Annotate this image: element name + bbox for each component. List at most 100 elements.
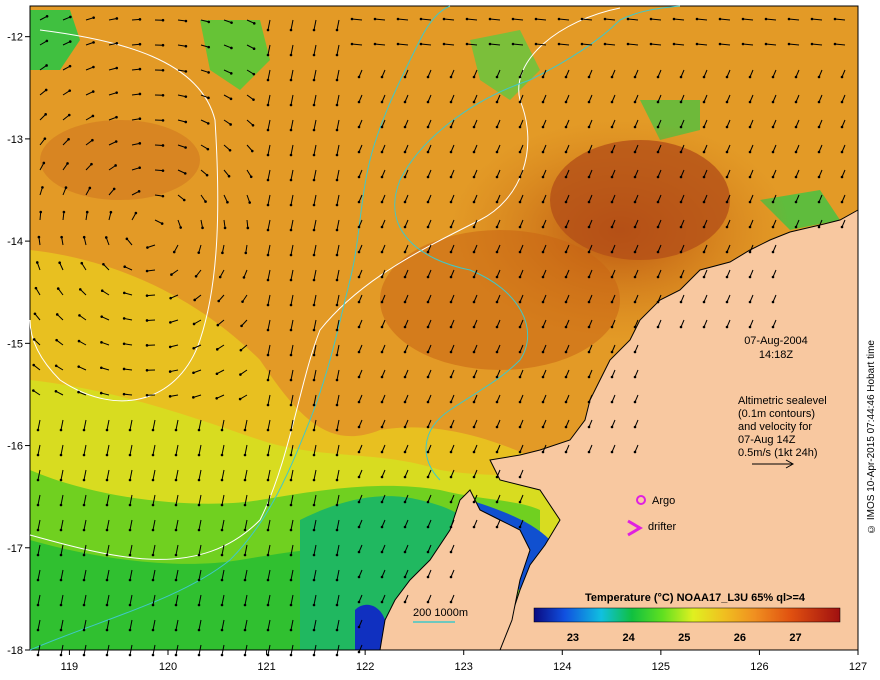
velocity-arrow-head xyxy=(77,390,80,394)
velocity-arrow-head xyxy=(312,553,316,557)
velocity-arrow-head xyxy=(266,153,270,157)
velocity-arrow-head xyxy=(128,628,132,632)
velocity-arrow-head xyxy=(771,150,775,154)
velocity-arrow-head xyxy=(495,475,499,479)
velocity-arrow-head xyxy=(266,278,270,282)
velocity-arrow-head xyxy=(771,200,775,204)
bathymetry-label: 200 1000m xyxy=(413,607,468,619)
velocity-arrow-head xyxy=(192,346,195,350)
velocity-arrow-head xyxy=(252,72,256,76)
velocity-arrow-head xyxy=(403,125,407,129)
velocity-arrow-head xyxy=(403,175,407,179)
velocity-arrow-head xyxy=(266,478,270,482)
velocity-arrow-head xyxy=(541,250,545,254)
velocity-arrow-head xyxy=(518,75,522,79)
velocity-arrow-head xyxy=(91,114,95,118)
velocity-arrow-head xyxy=(252,22,256,25)
velocity-arrow-head xyxy=(472,125,476,129)
velocity-arrow-head xyxy=(266,503,270,507)
velocity-arrow-head xyxy=(182,198,186,202)
velocity-arrow-head xyxy=(289,503,293,507)
velocity-arrow-head xyxy=(289,628,293,632)
velocity-arrow-head xyxy=(289,178,293,182)
velocity-arrow-head xyxy=(518,525,522,529)
velocity-arrow-head xyxy=(380,550,384,554)
velocity-arrow-head xyxy=(518,400,522,404)
velocity-arrow-head xyxy=(138,42,142,46)
velocity-arrow-head xyxy=(82,628,86,632)
velocity-arrow-head xyxy=(174,578,178,582)
velocity-arrow-head xyxy=(183,172,187,175)
velocity-arrow-head xyxy=(472,450,476,454)
velocity-arrow-head xyxy=(36,578,40,582)
velocity-arrow-head xyxy=(656,275,660,279)
velocity-arrow-head xyxy=(145,344,149,347)
x-tick-label: 125 xyxy=(652,661,670,673)
velocity-arrow-head xyxy=(335,28,339,32)
velocity-arrow-head xyxy=(32,389,35,392)
velocity-arrow-head xyxy=(220,453,224,457)
velocity-arrow-head xyxy=(564,350,568,354)
velocity-arrow-head xyxy=(725,300,729,304)
colorbar-tick-label: 27 xyxy=(789,632,801,644)
velocity-arrow-head xyxy=(197,553,201,557)
x-tick-label: 123 xyxy=(455,661,473,673)
velocity-arrow-head xyxy=(748,125,752,129)
velocity-arrow-head xyxy=(840,200,844,204)
velocity-arrow-head xyxy=(82,235,86,239)
velocity-arrow-head xyxy=(266,303,270,307)
velocity-arrow-head xyxy=(174,428,178,432)
velocity-arrow-head xyxy=(380,350,384,354)
velocity-arrow-head xyxy=(725,75,729,79)
velocity-arrow-head xyxy=(518,200,522,204)
velocity-arrow-head xyxy=(197,251,201,254)
velocity-arrow-head xyxy=(145,368,149,372)
velocity-arrow-head xyxy=(403,525,407,529)
velocity-arrow-head xyxy=(289,403,293,407)
velocity-arrow-head xyxy=(633,250,637,254)
velocity-arrow-head xyxy=(335,328,339,332)
velocity-arrow-head xyxy=(85,210,89,214)
velocity-arrow-head xyxy=(794,75,798,79)
velocity-arrow-head xyxy=(266,53,270,57)
velocity-arrow-head xyxy=(633,175,637,179)
velocity-arrow-head xyxy=(335,453,339,457)
velocity-arrow-head xyxy=(91,90,95,93)
velocity-arrow-head xyxy=(672,17,676,21)
velocity-arrow-head xyxy=(541,100,545,104)
velocity-arrow-head xyxy=(229,97,233,101)
y-tick-label: -15 xyxy=(7,338,23,350)
velocity-arrow-head xyxy=(748,250,752,254)
velocity-arrow-head xyxy=(266,403,270,407)
velocity-arrow-head xyxy=(541,350,545,354)
velocity-arrow-head xyxy=(610,250,614,254)
velocity-arrow-head xyxy=(128,478,132,482)
velocity-arrow-head xyxy=(518,300,522,304)
velocity-arrow-head xyxy=(495,175,499,179)
velocity-arrow-head xyxy=(114,164,117,167)
velocity-arrow-head xyxy=(564,125,568,129)
velocity-arrow-head xyxy=(312,453,316,457)
velocity-arrow-head xyxy=(68,89,72,92)
velocity-arrow-head xyxy=(702,175,706,179)
velocity-arrow-head xyxy=(312,528,316,532)
velocity-arrow-head xyxy=(250,149,254,153)
velocity-arrow-head xyxy=(380,525,384,529)
velocity-arrow-head xyxy=(161,18,165,22)
velocity-arrow-head xyxy=(197,478,201,482)
x-axis: 119 120 121 122 123 124 125 126 127 xyxy=(61,650,867,673)
velocity-arrow-head xyxy=(36,453,40,457)
velocity-arrow-head xyxy=(122,367,126,371)
velocity-arrow-head xyxy=(161,169,165,172)
velocity-arrow-head xyxy=(472,375,476,379)
velocity-arrow-head xyxy=(380,475,384,479)
velocity-arrow-head xyxy=(449,500,453,504)
velocity-arrow-head xyxy=(426,500,430,504)
velocity-arrow-head xyxy=(587,200,591,204)
velocity-arrow-head xyxy=(403,450,407,454)
velocity-arrow-head xyxy=(174,478,178,482)
velocity-arrow-head xyxy=(82,428,86,432)
velocity-arrow-head xyxy=(161,68,165,72)
velocity-arrow-head xyxy=(373,17,377,21)
velocity-arrow-head xyxy=(145,294,149,297)
